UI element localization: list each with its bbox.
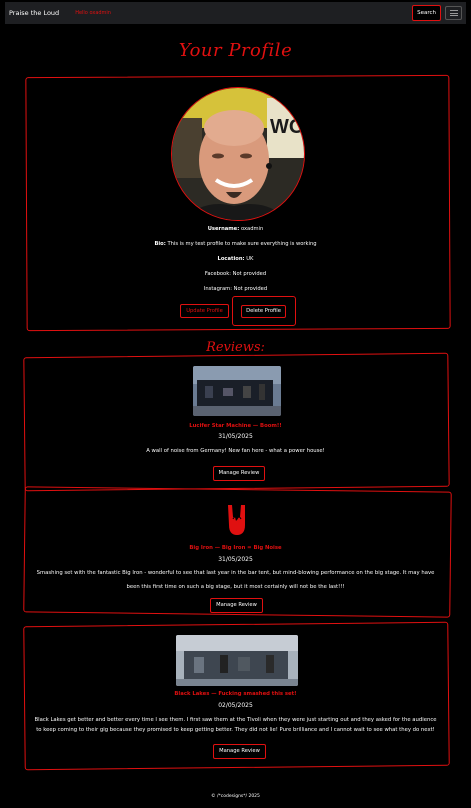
concert-photo <box>193 366 281 416</box>
footer-copyright: © /*codesigns*/ 2025 <box>211 794 260 799</box>
review-date: 31/05/2025 <box>218 433 253 440</box>
review-body-line-2: been this first time on such a big stage… <box>126 584 345 590</box>
hamburger-icon[interactable] <box>445 6 462 20</box>
bio-row: Bio: This is my test profile to make sur… <box>0 241 471 247</box>
username-label: Username: <box>207 226 240 232</box>
review-date: 02/05/2025 <box>218 702 253 709</box>
avatar: WO <box>171 87 305 221</box>
manage-review-button[interactable]: Manage Review <box>210 598 263 613</box>
review-title: Black Lakes — Fucking smashed this set! <box>174 691 297 697</box>
rock-horns-icon <box>226 503 248 537</box>
review-body-line-2: to keep coming to their gig because they… <box>36 727 435 733</box>
review-body-line-1: Black Lakes get better and better every … <box>34 717 437 723</box>
welcome-text: Hello oxadmin <box>75 10 111 16</box>
facebook-row: Facebook: Not provided <box>204 271 267 277</box>
concert-photo <box>176 635 298 686</box>
search-button[interactable]: Search <box>412 5 441 21</box>
review-title: Big Iron — Big Iron = Big Noise <box>189 545 282 551</box>
page-title: Your Profile <box>178 40 293 61</box>
review-title: Lucifer Star Machine — Boom!! <box>189 423 282 429</box>
nav-right: Search <box>412 5 462 21</box>
manage-review-button[interactable]: Manage Review <box>213 744 266 759</box>
delete-profile-button[interactable]: Delete Profile <box>241 305 286 318</box>
review-body-line-1: Smashing set with the fantastic Big Iron… <box>36 570 435 576</box>
username-row: Username: oxadmin <box>0 226 471 232</box>
review-date: 31/05/2025 <box>218 556 253 563</box>
location-row: Location: UK <box>0 256 471 262</box>
location-label: Location: <box>217 256 245 262</box>
update-profile-button[interactable]: Update Profile <box>180 304 229 318</box>
username-value: oxadmin <box>240 226 264 232</box>
brand-link[interactable]: Praise the Loud <box>9 9 59 17</box>
bio-value: This is my test profile to make sure eve… <box>167 241 317 247</box>
navbar: Praise the Loud Hello oxadmin Search <box>5 2 466 24</box>
manage-review-button[interactable]: Manage Review <box>213 466 265 481</box>
bio-label: Bio: <box>154 241 166 247</box>
instagram-row: Instagram: Not provided <box>203 286 268 292</box>
review-body: A wall of noise from Germany! New fan he… <box>146 448 325 454</box>
location-value: UK <box>246 256 254 262</box>
